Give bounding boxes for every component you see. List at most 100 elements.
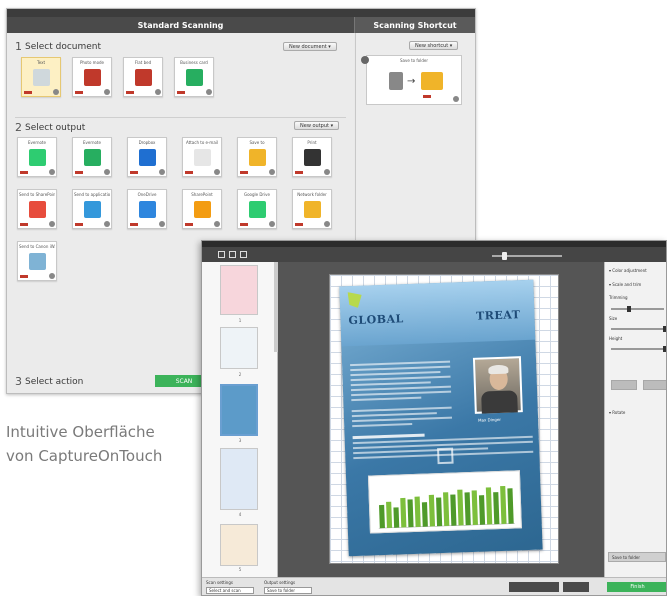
tile-icon [186,69,203,86]
edit-icon[interactable] [159,169,165,175]
split-view-icon[interactable] [240,251,247,258]
edit-panel: ▾ Color adjustment ▾ Scale and trim Trim… [604,262,666,577]
edit-icon[interactable] [104,169,110,175]
new-shortcut-button[interactable]: New shortcut ▾ [409,41,459,50]
option-tile[interactable]: Attach to e-mail [182,137,222,177]
edit-icon[interactable] [324,221,330,227]
size-slider-handle[interactable] [663,326,666,332]
grid-view-icon[interactable] [218,251,225,258]
option-tile[interactable]: Business card [174,57,214,97]
editor-toolbar [202,247,666,262]
trimming-slider-handle[interactable] [627,306,631,312]
tile-icon [139,201,156,218]
secondary-button[interactable] [509,582,559,592]
scanner-icon [389,72,403,90]
edit-icon[interactable] [155,89,161,95]
bar-chart [378,485,515,529]
option-tile[interactable]: Save to [237,137,277,177]
chart-bar [464,492,471,526]
thumbnail-page-selected[interactable] [220,384,258,436]
new-document-button[interactable]: New document ▾ [283,42,337,51]
section-number: 2 [15,121,22,134]
edit-icon[interactable] [324,169,330,175]
edit-icon[interactable] [49,221,55,227]
scan-settings-select[interactable]: Select and scan [206,587,254,594]
option-tile[interactable]: Dropbox [127,137,167,177]
edit-icon[interactable] [453,96,459,102]
edit-icon[interactable] [214,169,220,175]
zoom-slider-handle[interactable] [502,252,507,260]
height-slider-handle[interactable] [663,346,666,352]
edit-icon[interactable] [206,89,212,95]
tile-label: Evernote [28,140,46,145]
option-tile[interactable]: Network folder [292,189,332,229]
output-settings-select[interactable]: Save to folder [264,587,312,594]
edit-icon[interactable] [269,221,275,227]
option-tile[interactable]: Evernote [72,137,112,177]
finish-button[interactable]: Finish [607,582,666,592]
edit-icon[interactable] [214,221,220,227]
thumbnail-page[interactable] [220,524,258,566]
document-chart [367,470,522,534]
scale-section[interactable]: ▾ Scale and trim [609,282,641,287]
panel-button[interactable] [611,380,637,390]
option-tile[interactable]: OneDrive [127,189,167,229]
tile-icon [194,201,211,218]
edit-icon[interactable] [53,89,59,95]
tile-badge [75,171,83,174]
page-view-icon[interactable] [229,251,236,258]
tile-badge [24,91,32,94]
tile-icon [33,69,50,86]
option-tile[interactable]: Google Drive [237,189,277,229]
edit-icon[interactable] [49,273,55,279]
height-label: Height [609,336,623,341]
tile-badge [240,171,248,174]
option-tile[interactable]: Send to application [72,189,112,229]
tile-label: Save to [249,140,265,145]
save-to-folder-bar[interactable]: Save to folder [608,552,666,562]
edit-icon[interactable] [159,221,165,227]
tile-badge [423,95,431,98]
edit-icon[interactable] [104,89,110,95]
edit-icon[interactable] [49,169,55,175]
tile-label: SharePoint [191,192,213,197]
edit-icon[interactable] [104,221,110,227]
height-slider[interactable] [611,348,664,350]
thumbnail-number: 2 [238,372,242,377]
panel-button[interactable] [643,380,666,390]
edit-icon[interactable] [269,169,275,175]
option-tile[interactable]: Text [21,57,61,97]
window1-header: Standard Scanning Scanning Shortcut [7,17,475,33]
shortcut-tile[interactable]: Save to folder → [361,55,462,105]
chart-bar [436,497,443,527]
thumbnail-page[interactable] [220,448,258,510]
new-output-button[interactable]: New output ▾ [294,121,340,130]
editor-bottom-bar: Scan settings Select and scan Output set… [202,577,666,595]
option-tile[interactable]: Photo mode [72,57,112,97]
tile-label: Send to application [74,192,110,197]
option-tile[interactable]: SharePoint [182,189,222,229]
trimming-slider[interactable] [611,308,664,310]
color-adjustment-section[interactable]: ▾ Color adjustment [609,268,647,273]
scanned-page[interactable]: GLOBAL TREAT Max Dinger [329,274,559,564]
secondary-button[interactable] [563,582,589,592]
tile-label: Print [307,140,317,145]
option-tile[interactable]: Print [292,137,332,177]
option-tile[interactable]: Flat bed [123,57,163,97]
thumbnail-page[interactable] [220,327,258,369]
option-tile[interactable]: Send to SharePoint [17,189,57,229]
trimming-label: Trimming [609,295,628,300]
tile-icon [29,253,46,270]
portrait-photo [472,356,523,414]
option-tile[interactable]: Evernote [17,137,57,177]
chart-bar [485,487,493,525]
tile-label: Google Drive [243,192,271,197]
tile-icon [135,69,152,86]
thumbnail-page[interactable] [220,265,258,315]
option-tile[interactable]: Send to Canon iW... [17,241,57,281]
document-title-end: TREAT [475,308,521,323]
section-title: Select output [25,122,86,133]
tile-icon [249,201,266,218]
rotate-section[interactable]: ▾ Rotate [609,410,625,415]
size-slider[interactable] [611,328,664,330]
